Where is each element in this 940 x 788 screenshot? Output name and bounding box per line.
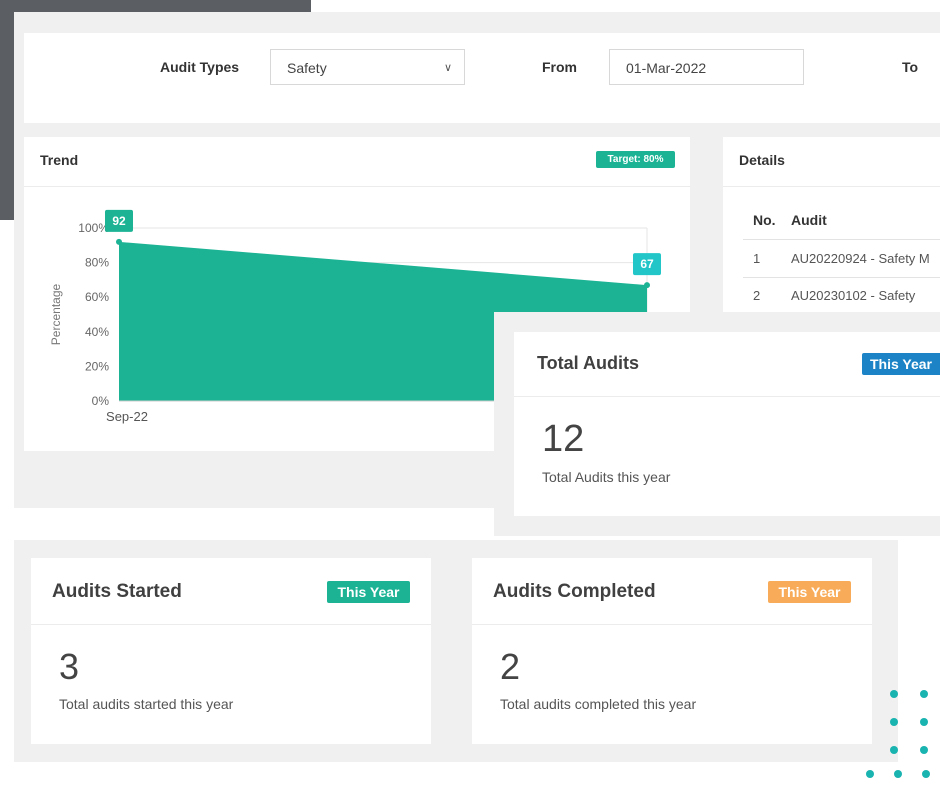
trend-divider xyxy=(24,186,690,187)
audits-completed-card: Audits Completed This Year 2 Total audit… xyxy=(472,558,872,744)
row-audit: AU20230102 - Safety xyxy=(791,288,916,303)
audits-started-value: 3 xyxy=(59,646,80,687)
audits-started-card: Audits Started This Year 3 Total audits … xyxy=(31,558,431,744)
details-divider xyxy=(723,186,940,187)
filter-bar: Audit Types Safety ∨ From 01-Mar-2022 To xyxy=(24,33,940,123)
trend-title: Trend xyxy=(40,152,79,168)
audits-started-caption: Total audits started this year xyxy=(59,696,234,712)
total-audits-divider xyxy=(514,396,940,397)
x-tick-label: Sep-22 xyxy=(106,409,148,424)
audits-started-divider xyxy=(31,624,431,625)
y-tick-label: 20% xyxy=(85,359,109,373)
details-title: Details xyxy=(739,152,785,168)
y-tick-label: 80% xyxy=(85,256,109,270)
y-tick-label: 40% xyxy=(85,325,109,339)
row-audit: AU20220924 - Safety M xyxy=(791,251,930,266)
y-tick-label: 100% xyxy=(78,221,109,235)
row-no: 2 xyxy=(753,288,761,303)
table-row[interactable]: 2 AU20230102 - Safety xyxy=(743,278,940,314)
audits-completed-title: Audits Completed xyxy=(493,581,656,602)
audit-types-select[interactable]: Safety ∨ xyxy=(270,49,465,85)
y-tick-label: 0% xyxy=(92,394,110,408)
audits-completed-divider xyxy=(472,624,872,625)
target-badge: Target: 80% xyxy=(596,151,675,168)
data-point xyxy=(116,238,122,245)
y-tick-label: 60% xyxy=(85,290,109,304)
total-audits-caption: Total Audits this year xyxy=(542,469,671,485)
y-axis-label: Percentage xyxy=(49,283,63,345)
dot-icon xyxy=(866,770,874,778)
chevron-down-icon: ∨ xyxy=(443,62,452,74)
details-card: Details No. Audit 1 AU20220924 - Safety … xyxy=(723,137,940,317)
data-label: 92 xyxy=(112,214,126,228)
total-audits-card: Total Audits This Year 12 Total Audits t… xyxy=(514,332,940,516)
total-audits-value: 12 xyxy=(542,418,585,460)
audit-types-value: Safety xyxy=(287,60,327,76)
column-header-no: No. xyxy=(753,212,776,228)
total-audits-title: Total Audits xyxy=(537,353,639,373)
from-date-input[interactable]: 01-Mar-2022 xyxy=(609,49,804,85)
dot-icon xyxy=(890,746,898,754)
column-header-audit: Audit xyxy=(791,212,827,228)
dot-icon xyxy=(920,690,928,698)
audits-started-title: Audits Started xyxy=(52,581,182,602)
data-point xyxy=(644,282,650,289)
decorative-dot-grid xyxy=(862,686,940,788)
dot-icon xyxy=(922,770,930,778)
from-label: From xyxy=(542,59,577,75)
dot-icon xyxy=(920,746,928,754)
dot-icon xyxy=(894,770,902,778)
dot-icon xyxy=(890,690,898,698)
from-date-value: 01-Mar-2022 xyxy=(626,60,707,76)
dot-icon xyxy=(920,718,928,726)
this-year-badge: This Year xyxy=(327,581,410,603)
this-year-badge: This Year xyxy=(862,353,940,375)
audits-completed-value: 2 xyxy=(500,646,521,687)
dot-icon xyxy=(890,718,898,726)
table-row[interactable]: 1 AU20220924 - Safety M xyxy=(743,240,940,276)
row-no: 1 xyxy=(753,251,761,266)
audits-completed-caption: Total audits completed this year xyxy=(500,696,697,712)
audit-types-label: Audit Types xyxy=(160,59,240,75)
to-label: To xyxy=(902,59,919,75)
data-label: 67 xyxy=(640,257,654,271)
this-year-badge: This Year xyxy=(768,581,851,603)
